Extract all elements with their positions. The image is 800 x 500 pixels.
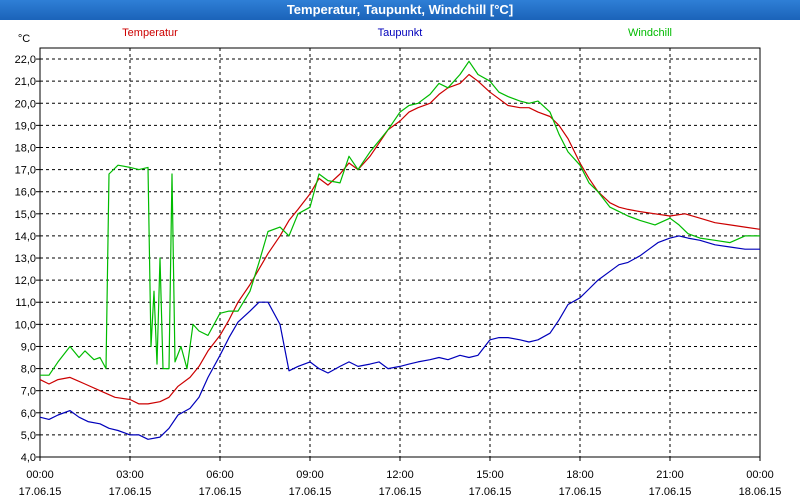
x-tick-time-label: 15:00 (476, 469, 504, 481)
series-lines (39, 60, 761, 440)
y-tick-label: 5,0 (21, 430, 36, 442)
y-tick-label: 19,0 (15, 120, 36, 132)
x-tick-date-label: 17.06.15 (379, 486, 422, 498)
y-tick-label: 22,0 (15, 54, 36, 66)
legend-entry-taupunkt: Taupunkt (378, 27, 423, 39)
y-tick-label: 9,0 (21, 341, 36, 353)
x-tick-time-label: 09:00 (296, 469, 324, 481)
y-tick-label: 15,0 (15, 209, 36, 221)
y-tick-label: 8,0 (21, 364, 36, 376)
y-tick-label: 17,0 (15, 165, 36, 177)
legend-entry-windchill: Windchill (628, 27, 672, 39)
y-tick-label: 14,0 (15, 231, 36, 243)
y-axis-unit-label: °C (18, 33, 30, 45)
x-tick-date-label: 17.06.15 (199, 486, 242, 498)
y-tick-label: 21,0 (15, 76, 36, 88)
x-tick-time-label: 03:00 (116, 469, 144, 481)
y-tick-label: 11,0 (15, 297, 36, 309)
x-tick-time-label: 21:00 (656, 469, 684, 481)
y-tick-label: 13,0 (15, 253, 36, 265)
window-title: Temperatur, Taupunkt, Windchill [°C] (286, 2, 514, 17)
x-tick-date-label: 17.06.15 (109, 486, 152, 498)
y-tick-label: 12,0 (15, 275, 36, 287)
x-tick-date-label: 17.06.15 (649, 486, 692, 498)
y-tick-label: 10,0 (15, 319, 36, 331)
y-tick-label: 7,0 (21, 386, 36, 398)
x-tick-date-label: 17.06.15 (559, 486, 602, 498)
x-tick-time-label: 00:00 (746, 469, 774, 481)
y-tick-label: 18,0 (15, 142, 36, 154)
x-tick-date-label: 17.06.15 (469, 486, 512, 498)
x-tick-time-label: 00:00 (26, 469, 54, 481)
x-tick-time-label: 12:00 (386, 469, 414, 481)
x-tick-date-label: 17.06.15 (19, 486, 62, 498)
grid (40, 48, 760, 458)
window-title-bar: Temperatur, Taupunkt, Windchill [°C] (0, 0, 800, 20)
y-tick-label: 16,0 (15, 187, 36, 199)
line-chart: 4,0 5,0 6,0 7,0 8,0 9,0 10,0 11,0 12,0 13,0 14,0 15… (15, 27, 782, 498)
legend-entry-temperatur: Temperatur (122, 27, 178, 39)
x-tick-date-label: 17.06.15 (289, 486, 332, 498)
legend: Temperatur Taupunkt Windchill (122, 27, 672, 39)
x-tick-time-label: 18:00 (566, 469, 594, 481)
y-tick-label: 4,0 (21, 452, 36, 464)
x-tick-date-label: 18.06.15 (739, 486, 782, 498)
y-tick-label: 20,0 (15, 98, 36, 110)
x-tick-time-label: 06:00 (206, 469, 234, 481)
y-tick-label: 6,0 (21, 408, 36, 420)
